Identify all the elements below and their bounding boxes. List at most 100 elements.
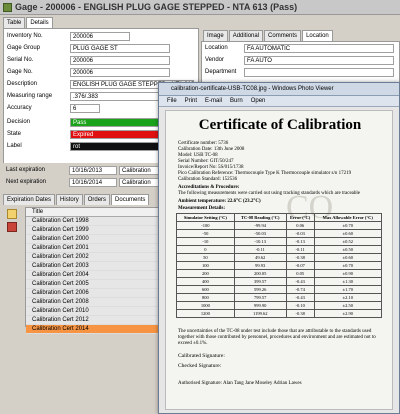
bottom-tabs: Expiration Dates History Orders Document… xyxy=(3,194,150,205)
cert-line: Ambient temperature: 22.6°C (23.2°C) xyxy=(178,199,261,204)
certificate-title: Certificate of Calibration xyxy=(198,117,362,133)
table-cell: -10.13 xyxy=(233,237,287,246)
authorised-signature: Authorised Signature: Alan Tang Jane Mos… xyxy=(178,381,302,386)
table-cell: 399.57 xyxy=(233,277,287,286)
inventory-label: Inventory No. xyxy=(7,33,43,39)
tab-location[interactable]: Location xyxy=(302,30,333,41)
label-label: Label xyxy=(7,143,22,149)
next-expiration-field[interactable]: 10/16/2014 xyxy=(69,178,117,187)
table-cell: 1000 xyxy=(176,301,235,310)
table-cell: -0.43 xyxy=(285,293,315,302)
cert-line: Serial Number: GIT/50/247 xyxy=(178,159,234,164)
table-cell: ±0.90 xyxy=(313,269,383,278)
menu-email[interactable]: E-mail xyxy=(205,96,222,106)
table-cell: -0.38 xyxy=(285,309,315,318)
menu-file[interactable]: File xyxy=(167,96,177,106)
table-cell: ±1.70 xyxy=(313,285,383,294)
table-cell: -0.38 xyxy=(285,253,315,262)
decision-label: Decision xyxy=(7,119,31,125)
table-cell: 100 xyxy=(176,261,235,270)
table-cell: 999.90 xyxy=(233,301,287,310)
table-row: 1200 1199.62 -0.38 ±2.90 xyxy=(176,309,383,318)
tab-additional[interactable]: Additional xyxy=(228,30,264,41)
table-cell: 49.62 xyxy=(233,253,287,262)
table-cell: -0.03 xyxy=(285,229,315,238)
tab-history[interactable]: History xyxy=(56,194,83,205)
cert-line: Invoice/Report No: 5S/015/1738 xyxy=(178,165,244,170)
menu-burn[interactable]: Burn xyxy=(230,96,243,106)
table-cell: 800 xyxy=(176,293,235,302)
table-row: 1000 999.90 -0.10 ±2.50 xyxy=(176,301,383,310)
table-cell: 599.26 xyxy=(233,285,287,294)
cert-line: Certificate number: 5736 xyxy=(178,141,229,146)
table-cell: -0.11 xyxy=(233,245,287,254)
accuracy-label: Accuracy xyxy=(7,105,32,111)
menu-open[interactable]: Open xyxy=(251,96,266,106)
table-cell: ±0.70 xyxy=(313,221,383,230)
table-cell: 1200 xyxy=(176,309,235,318)
table-cell: ±0.60 xyxy=(313,253,383,262)
table-cell: ±0.50 xyxy=(313,245,383,254)
gage-group-label: Gage Group xyxy=(7,45,41,51)
department-field[interactable] xyxy=(244,68,394,77)
table-cell: -0.74 xyxy=(285,285,315,294)
description-label: Description xyxy=(7,81,38,87)
accuracy-field[interactable]: 6 xyxy=(70,104,100,113)
cert-line: The following measurements were carried … xyxy=(178,191,361,196)
right-tabs: Image Additional Comments Location xyxy=(203,30,334,41)
tab-comments[interactable]: Comments xyxy=(264,30,302,41)
measuring-range-field[interactable]: .376/.383 xyxy=(70,92,170,101)
tab-documents[interactable]: Documents xyxy=(111,194,150,205)
gage-group-field[interactable]: PLUG GAGE ST xyxy=(70,44,170,53)
state-label: State xyxy=(7,131,22,137)
table-cell: 1199.62 xyxy=(233,309,287,318)
add-document-icon[interactable] xyxy=(7,209,17,219)
tab-table[interactable]: Table xyxy=(3,17,26,28)
table-cell: 799.57 xyxy=(233,293,287,302)
tab-image[interactable]: Image xyxy=(203,30,228,41)
cert-line: Pico Calibration Reference: Thermocouple… xyxy=(178,171,352,176)
table-row: -50 -50.03 -0.03 ±0.60 xyxy=(176,229,383,238)
open-document-icon[interactable] xyxy=(7,222,17,232)
serial-label: Serial No. xyxy=(7,57,34,63)
serial-field[interactable]: 200006 xyxy=(70,56,170,65)
table-cell: 400 xyxy=(176,277,235,286)
table-cell: -10 xyxy=(176,237,235,246)
table-row: -10 -10.13 -0.13 ±0.52 xyxy=(176,237,383,246)
table-cell: 50 xyxy=(176,253,235,262)
cert-footer-line: The uncertainties of the TC-08 under tes… xyxy=(178,329,372,334)
table-row: 50 49.62 -0.38 ±0.60 xyxy=(176,253,383,262)
table-cell: ±0.52 xyxy=(313,237,383,246)
photo-viewer-menu: File Print E-mail Burn Open xyxy=(159,96,399,107)
menu-print[interactable]: Print xyxy=(185,96,197,106)
table-cell: ±1.30 xyxy=(313,277,383,286)
table-cell: ±0.70 xyxy=(313,261,383,270)
photo-viewer-window: calibration-certificate-USB-TC08.jpg - W… xyxy=(158,82,400,414)
inventory-field[interactable]: 200006 xyxy=(70,32,130,41)
table-cell: -100 xyxy=(176,221,235,230)
table-header: Error (°C) xyxy=(285,213,315,222)
table-cell: -50.03 xyxy=(233,229,287,238)
cert-line: Accreditations & Procedure: xyxy=(178,185,240,190)
tab-details[interactable]: Details xyxy=(26,17,53,28)
table-cell: ±0.60 xyxy=(313,229,383,238)
cert-line: Measurement Details: xyxy=(178,206,225,211)
location-panel: Location FA AUTOMATIC Vendor FA AUTO Dep… xyxy=(201,41,400,86)
table-cell: -50 xyxy=(176,229,235,238)
table-row: 600 599.26 -0.74 ±1.70 xyxy=(176,285,383,294)
vendor-field[interactable]: FA AUTO xyxy=(244,56,394,65)
location-field[interactable]: FA AUTOMATIC xyxy=(244,44,394,53)
last-expiration-field[interactable]: 10/16/2013 xyxy=(69,166,117,175)
table-cell: -0.07 xyxy=(285,261,315,270)
table-cell: -0.10 xyxy=(285,301,315,310)
tab-expiration-dates[interactable]: Expiration Dates xyxy=(3,194,56,205)
table-row: -100 -99.94 0.06 ±0.70 xyxy=(176,221,383,230)
app-icon xyxy=(3,3,12,12)
table-cell: -0.13 xyxy=(285,237,315,246)
cert-line: Calibration Standard: 152536 xyxy=(178,177,238,182)
measuring-range-label: Measuring range xyxy=(7,93,53,99)
tab-orders[interactable]: Orders xyxy=(83,194,111,205)
calibrated-signature: Calibrated Signature: xyxy=(178,353,225,359)
gage-no-field[interactable]: 200006 xyxy=(70,68,170,77)
table-cell: 200.05 xyxy=(233,269,287,278)
